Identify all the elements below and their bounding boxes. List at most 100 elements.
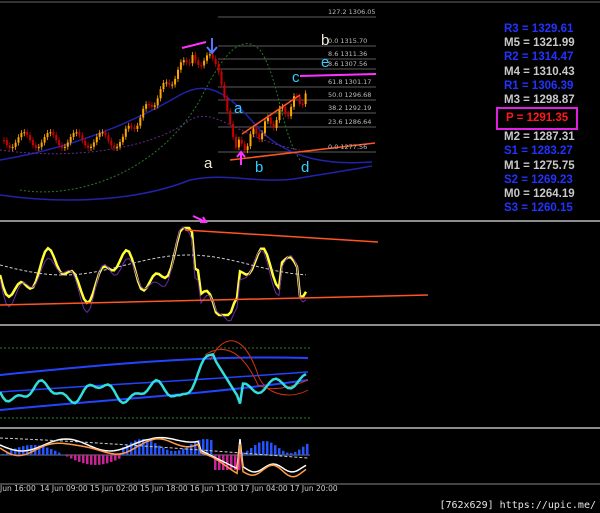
top-annotation-line[interactable] [181, 41, 207, 49]
candle [203, 60, 206, 66]
macd-bar [286, 452, 289, 455]
macd-bar [290, 452, 293, 455]
macd-bar [86, 455, 89, 465]
time-axis-label: 17 Jun 20:00 [290, 484, 338, 493]
pivot-m2: M2 = 1287.31 [504, 131, 575, 144]
time-axis: Jun 16:00 14 Jun 09:00 15 Jun 02:00 15 J… [0, 484, 600, 498]
candle [113, 145, 116, 148]
macd-bar [170, 450, 173, 455]
time-axis-label: 15 Jun 18:00 [140, 484, 188, 493]
candle [26, 132, 29, 135]
candle [165, 82, 168, 84]
candle [168, 82, 171, 85]
candle [133, 127, 136, 129]
oscillator-upper-trendline[interactable] [184, 229, 379, 243]
macd-bar [106, 455, 109, 464]
lower-band [0, 165, 373, 201]
candle [171, 84, 174, 86]
candle [217, 64, 220, 72]
candle [243, 143, 246, 151]
candle [153, 105, 156, 107]
pivot-m5: M5 = 1321.99 [504, 37, 575, 50]
fib-level-label: 127.2 1306.05 [328, 8, 376, 16]
candle [139, 117, 142, 126]
pivot-s2: S2 = 1269.23 [504, 173, 573, 186]
macd-bar [66, 455, 69, 457]
candle [200, 65, 203, 67]
macd-bar [94, 455, 97, 465]
candle [191, 55, 194, 64]
oscillator-average-line [0, 254, 307, 276]
macd-bar [294, 451, 297, 455]
candle [40, 142, 43, 147]
candle [55, 135, 58, 141]
fib-level-label: 50.0 1296.68 [328, 91, 372, 99]
candle [119, 142, 121, 147]
candle [11, 146, 14, 149]
macd-bar [74, 455, 77, 461]
pivot-p[interactable]: P = 1291.35 [496, 107, 578, 131]
pivot-r2: R2 = 1314.47 [504, 51, 574, 64]
macd-bar [90, 455, 93, 465]
wave-label-a2: a [234, 100, 243, 117]
macd-bar [54, 450, 57, 455]
candle [95, 136, 98, 143]
resistance-line[interactable] [299, 73, 377, 77]
macd-bar [114, 455, 117, 461]
macd-bar [274, 445, 277, 455]
candle [194, 55, 197, 61]
macd-bar [270, 442, 273, 455]
macd-bar [278, 448, 281, 455]
macd-bar [118, 455, 121, 459]
candle [101, 132, 104, 134]
candle [121, 136, 124, 143]
candle [37, 146, 40, 149]
candle [116, 146, 119, 148]
candle [275, 120, 278, 128]
oscillator-panel [0, 215, 429, 322]
pivot-m1: M1 = 1275.75 [504, 159, 575, 172]
wave-label-e: e [321, 54, 330, 71]
candle [92, 142, 95, 147]
candle [145, 104, 148, 109]
candle [52, 132, 55, 136]
wave-label-b1: b [321, 32, 330, 49]
candle [156, 98, 159, 106]
candle [240, 139, 243, 144]
candle [269, 117, 272, 124]
macd-bar [82, 455, 85, 464]
macd-bar [102, 455, 105, 465]
fib-level-label: 38.2 1292.19 [328, 104, 372, 112]
macd-bar [110, 455, 113, 463]
pivot-s1: S1 = 1283.27 [504, 145, 573, 158]
pivot-r3: R3 = 1329.61 [504, 23, 574, 35]
candle [8, 145, 11, 148]
macd-bar [182, 448, 185, 455]
candle [72, 132, 75, 137]
candle [272, 123, 275, 128]
candle [298, 96, 301, 104]
candle [81, 135, 84, 141]
candle [182, 60, 185, 63]
candle [208, 54, 211, 56]
candle [287, 113, 290, 117]
candle [46, 132, 49, 138]
middle-band [0, 115, 301, 155]
candle [127, 125, 130, 129]
macd-bar [258, 442, 261, 455]
candle [206, 55, 208, 61]
macd-panel [0, 436, 310, 478]
candle [124, 128, 127, 137]
time-axis-label: Jun 16:00 [0, 484, 36, 493]
candle [235, 136, 237, 148]
candle [177, 69, 179, 79]
macd-bar [266, 441, 269, 455]
price-bands [0, 43, 373, 201]
candle [223, 84, 226, 98]
candle [174, 78, 177, 85]
candle [142, 108, 145, 118]
candle [197, 60, 200, 66]
macd-bar [2, 454, 5, 455]
candle [61, 145, 63, 148]
candle [266, 117, 269, 122]
